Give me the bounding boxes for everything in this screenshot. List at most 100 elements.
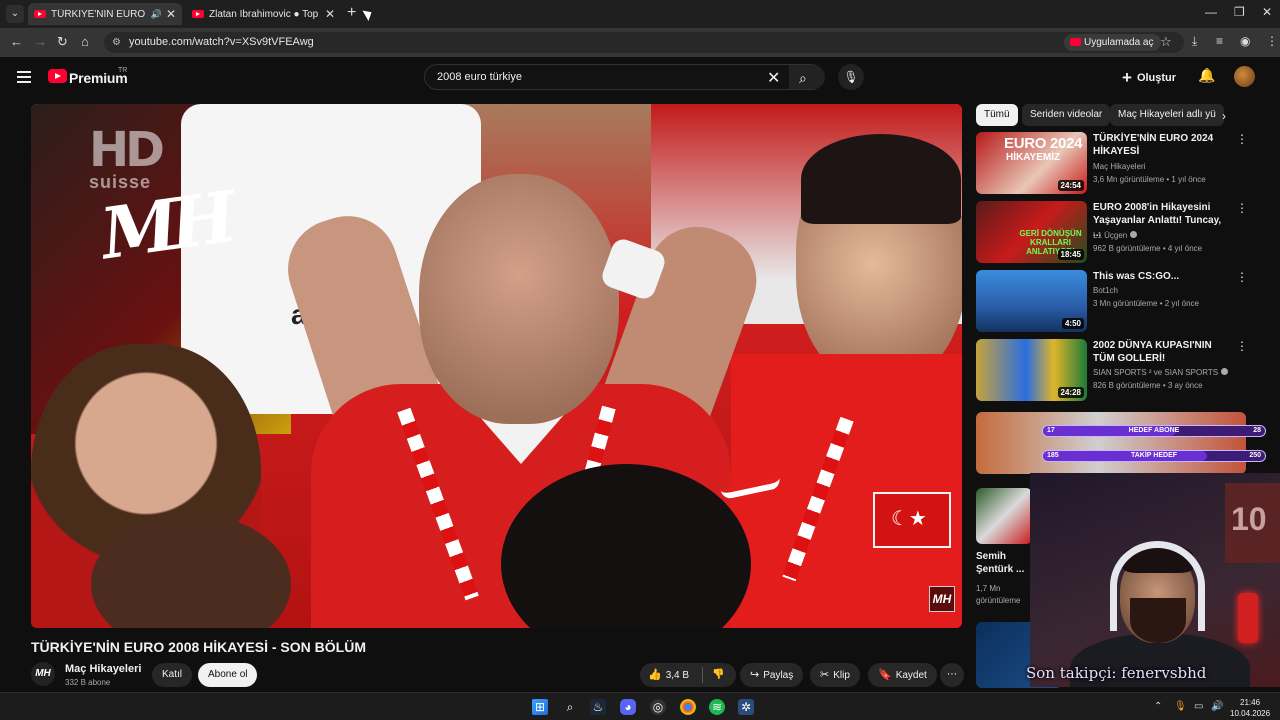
back-icon[interactable]: ←	[10, 34, 23, 49]
channel-name[interactable]: L1 Üçgen	[1093, 231, 1138, 240]
channel-name[interactable]: SIAN SPORTS ² ve SIAN SPORTS	[1093, 368, 1229, 377]
tab-title: Zlatan Ibrahimovic ● Top 30 Go	[209, 8, 321, 20]
volume-icon[interactable]: 🔊	[1211, 701, 1223, 712]
new-tab-button[interactable]: +	[347, 4, 356, 22]
close-tab-icon[interactable]: ✕	[166, 7, 176, 21]
profile-icon[interactable]: ◉	[1240, 34, 1250, 48]
close-tab-icon[interactable]: ✕	[325, 7, 335, 21]
subscribe-button[interactable]: Abone ol	[198, 663, 258, 687]
channel-name[interactable]: Maç Hikayeleri	[1093, 162, 1145, 171]
youtube-favicon-icon	[192, 10, 204, 18]
avatar[interactable]	[1234, 66, 1255, 87]
channel-name[interactable]: Maç Hikayeleri	[65, 663, 141, 675]
video-meta: 1,7 Mn görüntüleme	[976, 584, 1021, 605]
video-thumbnail[interactable]	[976, 412, 1246, 474]
chip-channel[interactable]: Maç Hikayeleri adlı yü	[1110, 104, 1224, 126]
join-button[interactable]: Katıl	[152, 663, 193, 687]
search-input[interactable]: 2008 euro türkiye	[437, 71, 522, 83]
goal-label: HEDEF ABONE	[1128, 427, 1180, 434]
youtube-logo-icon[interactable]	[48, 69, 67, 83]
obs-icon[interactable]: ◎	[650, 699, 666, 715]
app-icon[interactable]: ✲	[738, 699, 754, 715]
list-item[interactable]: EURO 2024 HİKAYEMİZ 24:54 TÜRKİYE'NİN EU…	[976, 132, 1266, 196]
forward-icon[interactable]: →	[34, 34, 47, 49]
browser-tab[interactable]: Zlatan Ibrahimovic ● Top 30 Go ✕	[186, 3, 341, 25]
open-in-app-button[interactable]: Uygulamada aç	[1064, 34, 1162, 51]
more-options-icon[interactable]: ⋮	[1236, 339, 1248, 353]
microphone-tray-icon[interactable]: 🎙	[1174, 701, 1187, 712]
video-thumbnail[interactable]: EURO 2024 HİKAYEMİZ 24:54	[976, 132, 1087, 194]
search-icon[interactable]: ⌕	[562, 699, 578, 715]
channel-name[interactable]: Bot1ch	[1093, 286, 1118, 295]
video-thumbnail[interactable]	[976, 488, 1032, 544]
last-follower-text: Son takipçi: fenervsbhd	[1026, 664, 1207, 682]
video-thumbnail[interactable]: 24:28	[976, 339, 1087, 401]
verified-icon	[1130, 231, 1138, 238]
save-button[interactable]: 🔖 Kaydet	[868, 663, 937, 687]
video-title[interactable]: 2002 DÜNYA KUPASI'NIN TÜM GOLLERİ!	[1093, 339, 1228, 365]
speaker-icon[interactable]: 🔊	[151, 9, 162, 20]
video-thumbnail[interactable]: GERİ DÖNÜŞÜN KRALLARI ANLATIYOR! 18:45	[976, 201, 1087, 263]
video-player[interactable]: adi HD suisse MH MH	[31, 104, 962, 628]
list-item[interactable]: GERİ DÖNÜŞÜN KRALLARI ANLATIYOR! 18:45 E…	[976, 201, 1266, 265]
video-meta: 3,6 Mn görüntüleme • 1 yıl önce	[1093, 175, 1206, 184]
search-icon[interactable]: ⌕	[799, 70, 807, 87]
chip-series[interactable]: Seriden videolar	[1022, 104, 1111, 126]
bookmark-star-icon[interactable]: ☆	[1160, 34, 1172, 50]
home-icon[interactable]: ⌂	[81, 34, 89, 49]
video-meta: 962 B görüntüleme • 4 yıl önce	[1093, 244, 1203, 253]
channel-branding-icon[interactable]: MH	[929, 586, 955, 612]
goal-target: 28	[1253, 427, 1261, 434]
clear-search-icon[interactable]: ✕	[767, 68, 780, 88]
thumbs-down-icon[interactable]: 👎	[712, 663, 724, 687]
chip-all[interactable]: Tümü	[976, 104, 1018, 126]
browser-menu-icon[interactable]: ⋮	[1266, 34, 1278, 48]
more-actions-icon[interactable]: ⋯	[940, 663, 964, 687]
reload-icon[interactable]: ↻	[57, 34, 68, 50]
clip-button[interactable]: ✂ Klip	[810, 663, 860, 687]
list-item[interactable]	[976, 412, 1266, 474]
more-options-icon[interactable]: ⋮	[1236, 270, 1248, 284]
address-bar[interactable]: ⚙ youtube.com/watch?v=XSv9tVFEAwg Uygula…	[104, 32, 1184, 53]
discord-icon[interactable]: ◕	[620, 699, 636, 715]
system-clock[interactable]: 21:46 10.04.2026	[1230, 697, 1270, 719]
voice-search-icon[interactable]: 🎙	[838, 64, 864, 90]
headset-icon	[1110, 541, 1205, 631]
video-title[interactable]: Semih Şentürk ...	[976, 550, 1024, 576]
search-button[interactable]	[789, 65, 825, 89]
more-options-icon[interactable]: ⋮	[1236, 132, 1248, 146]
chevron-right-icon[interactable]: ›	[1222, 109, 1226, 123]
list-item[interactable]: 4:50 This was CS:GO... Bot1ch 3 Mn görün…	[976, 270, 1266, 334]
video-title[interactable]: This was CS:GO...	[1093, 270, 1228, 283]
tab-search-dropdown[interactable]: ⌄	[6, 5, 24, 23]
site-info-icon[interactable]: ⚙	[112, 37, 121, 48]
mouse-cursor-icon	[362, 7, 375, 21]
media-controls-icon[interactable]: ≡	[1216, 34, 1223, 48]
like-button[interactable]: 👍 3,4 B 👎	[640, 663, 736, 687]
channel-avatar[interactable]: MH	[31, 662, 55, 686]
close-window-icon[interactable]: ✕	[1262, 5, 1272, 19]
maximize-icon[interactable]: ❐	[1234, 5, 1245, 19]
video-thumbnail[interactable]: 4:50	[976, 270, 1087, 332]
search-box[interactable]: 2008 euro türkiye ✕ ⌕	[424, 64, 825, 90]
network-icon[interactable]: ▭	[1194, 701, 1203, 712]
share-button[interactable]: ↪ Paylaş	[740, 663, 804, 687]
chrome-icon[interactable]	[680, 699, 696, 715]
channel-watermark-logo: MH	[95, 175, 234, 276]
create-button[interactable]: + Oluştur	[1122, 68, 1176, 88]
spotify-icon[interactable]: ≋	[709, 699, 725, 715]
more-options-icon[interactable]: ⋮	[1236, 201, 1248, 215]
clock-time: 21:46	[1240, 698, 1261, 707]
video-meta: 826 B görüntüleme • 3 ay önce	[1093, 381, 1203, 390]
video-title[interactable]: TÜRKİYE'NİN EURO 2024 HİKAYESİ	[1093, 132, 1228, 158]
menu-icon[interactable]	[17, 71, 31, 83]
browser-tab-active[interactable]: TÜRKİYE'NİN EURO 2008 H 🔊 ✕	[28, 3, 182, 25]
share-label: Paylaş	[763, 670, 794, 681]
start-icon[interactable]: ⊞	[532, 699, 548, 715]
download-icon[interactable]: ⤓	[1192, 34, 1197, 49]
minimize-icon[interactable]: —	[1205, 5, 1217, 19]
tray-chevron-icon[interactable]: ⌃	[1154, 701, 1162, 712]
list-item[interactable]: 24:28 2002 DÜNYA KUPASI'NIN TÜM GOLLERİ!…	[976, 339, 1266, 403]
notifications-bell-icon[interactable]: 🔔	[1198, 67, 1215, 84]
steam-icon[interactable]: ♨	[590, 699, 606, 715]
